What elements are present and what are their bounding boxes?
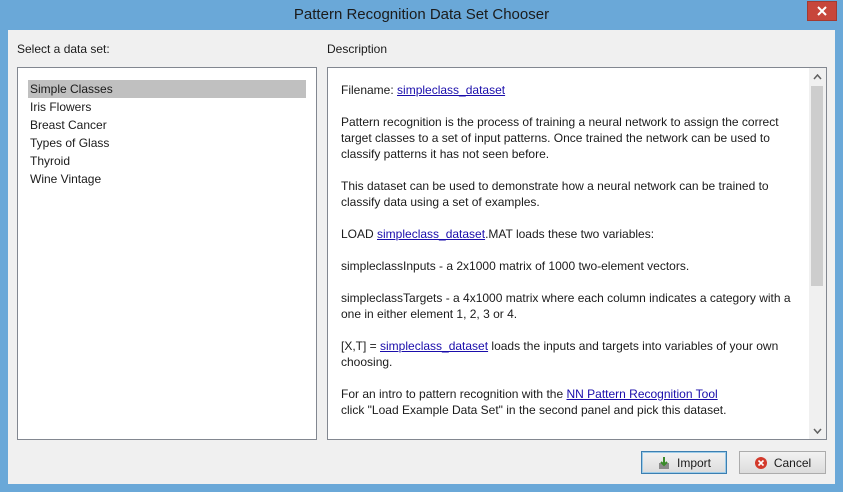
cancel-label: Cancel (773, 455, 812, 470)
scroll-down-button[interactable] (809, 422, 826, 439)
scroll-up-button[interactable] (809, 68, 826, 85)
import-icon (657, 456, 671, 470)
list-item-thyroid[interactable]: Thyroid (28, 152, 306, 170)
close-button[interactable] (807, 1, 837, 21)
close-icon (817, 6, 827, 16)
nn-tool-link[interactable]: NN Pattern Recognition Tool (566, 387, 717, 401)
description-panel[interactable]: Filename: simpleclass_dataset Pattern re… (327, 67, 827, 440)
list-item-simple-classes[interactable]: Simple Classes (28, 80, 306, 98)
dialog-body: Select a data set: Description Simple Cl… (8, 30, 835, 484)
chevron-up-icon (813, 73, 822, 80)
dataset-list[interactable]: Simple Classes Iris Flowers Breast Cance… (17, 67, 317, 440)
description-paragraph: simpleclassInputs - a 2x1000 matrix of 1… (341, 259, 690, 273)
dialog-window: Pattern Recognition Data Set Chooser Sel… (0, 0, 843, 492)
intro-prefix: For an intro to pattern recognition with… (341, 387, 567, 401)
xt-link[interactable]: simpleclass_dataset (380, 339, 488, 353)
list-item-wine-vintage[interactable]: Wine Vintage (28, 170, 306, 188)
window-title: Pattern Recognition Data Set Chooser (293, 6, 550, 23)
filename-link[interactable]: simpleclass_dataset (397, 83, 505, 97)
load-link[interactable]: simpleclass_dataset (377, 227, 485, 241)
description-paragraph: Pattern recognition is the process of tr… (341, 115, 779, 161)
cancel-button[interactable]: Cancel (739, 451, 826, 474)
cancel-icon (754, 456, 768, 470)
filename-prefix: Filename: (341, 83, 398, 97)
scroll-thumb[interactable] (811, 86, 823, 286)
title-bar[interactable]: Pattern Recognition Data Set Chooser (0, 0, 843, 30)
dataset-list-label: Select a data set: (17, 42, 110, 56)
intro-suffix: click "Load Example Data Set" in the sec… (341, 403, 727, 417)
list-item-breast-cancer[interactable]: Breast Cancer (28, 116, 306, 134)
xt-paragraph: [X,T] = simpleclass_dataset loads the in… (341, 338, 811, 370)
intro-paragraph: For an intro to pattern recognition with… (341, 386, 811, 418)
description-scrollbar[interactable] (809, 68, 826, 439)
load-prefix: LOAD (341, 227, 378, 241)
load-suffix: .MAT loads these two variables: (485, 227, 655, 241)
chevron-down-icon (813, 428, 822, 434)
list-item-iris-flowers[interactable]: Iris Flowers (28, 98, 306, 116)
description-paragraph: This dataset can be used to demonstrate … (341, 179, 769, 209)
import-button[interactable]: Import (641, 451, 727, 474)
description-label: Description (327, 42, 388, 56)
description-paragraph: simpleclassTargets - a 4x1000 matrix whe… (341, 291, 791, 321)
xt-prefix: [X,T] = (341, 339, 381, 353)
description-text: Filename: simpleclass_dataset Pattern re… (341, 82, 811, 434)
load-paragraph: LOAD simpleclass_dataset.MAT loads these… (341, 226, 811, 242)
list-item-types-of-glass[interactable]: Types of Glass (28, 134, 306, 152)
import-label: Import (676, 455, 711, 470)
filename-line: Filename: simpleclass_dataset (341, 82, 811, 98)
